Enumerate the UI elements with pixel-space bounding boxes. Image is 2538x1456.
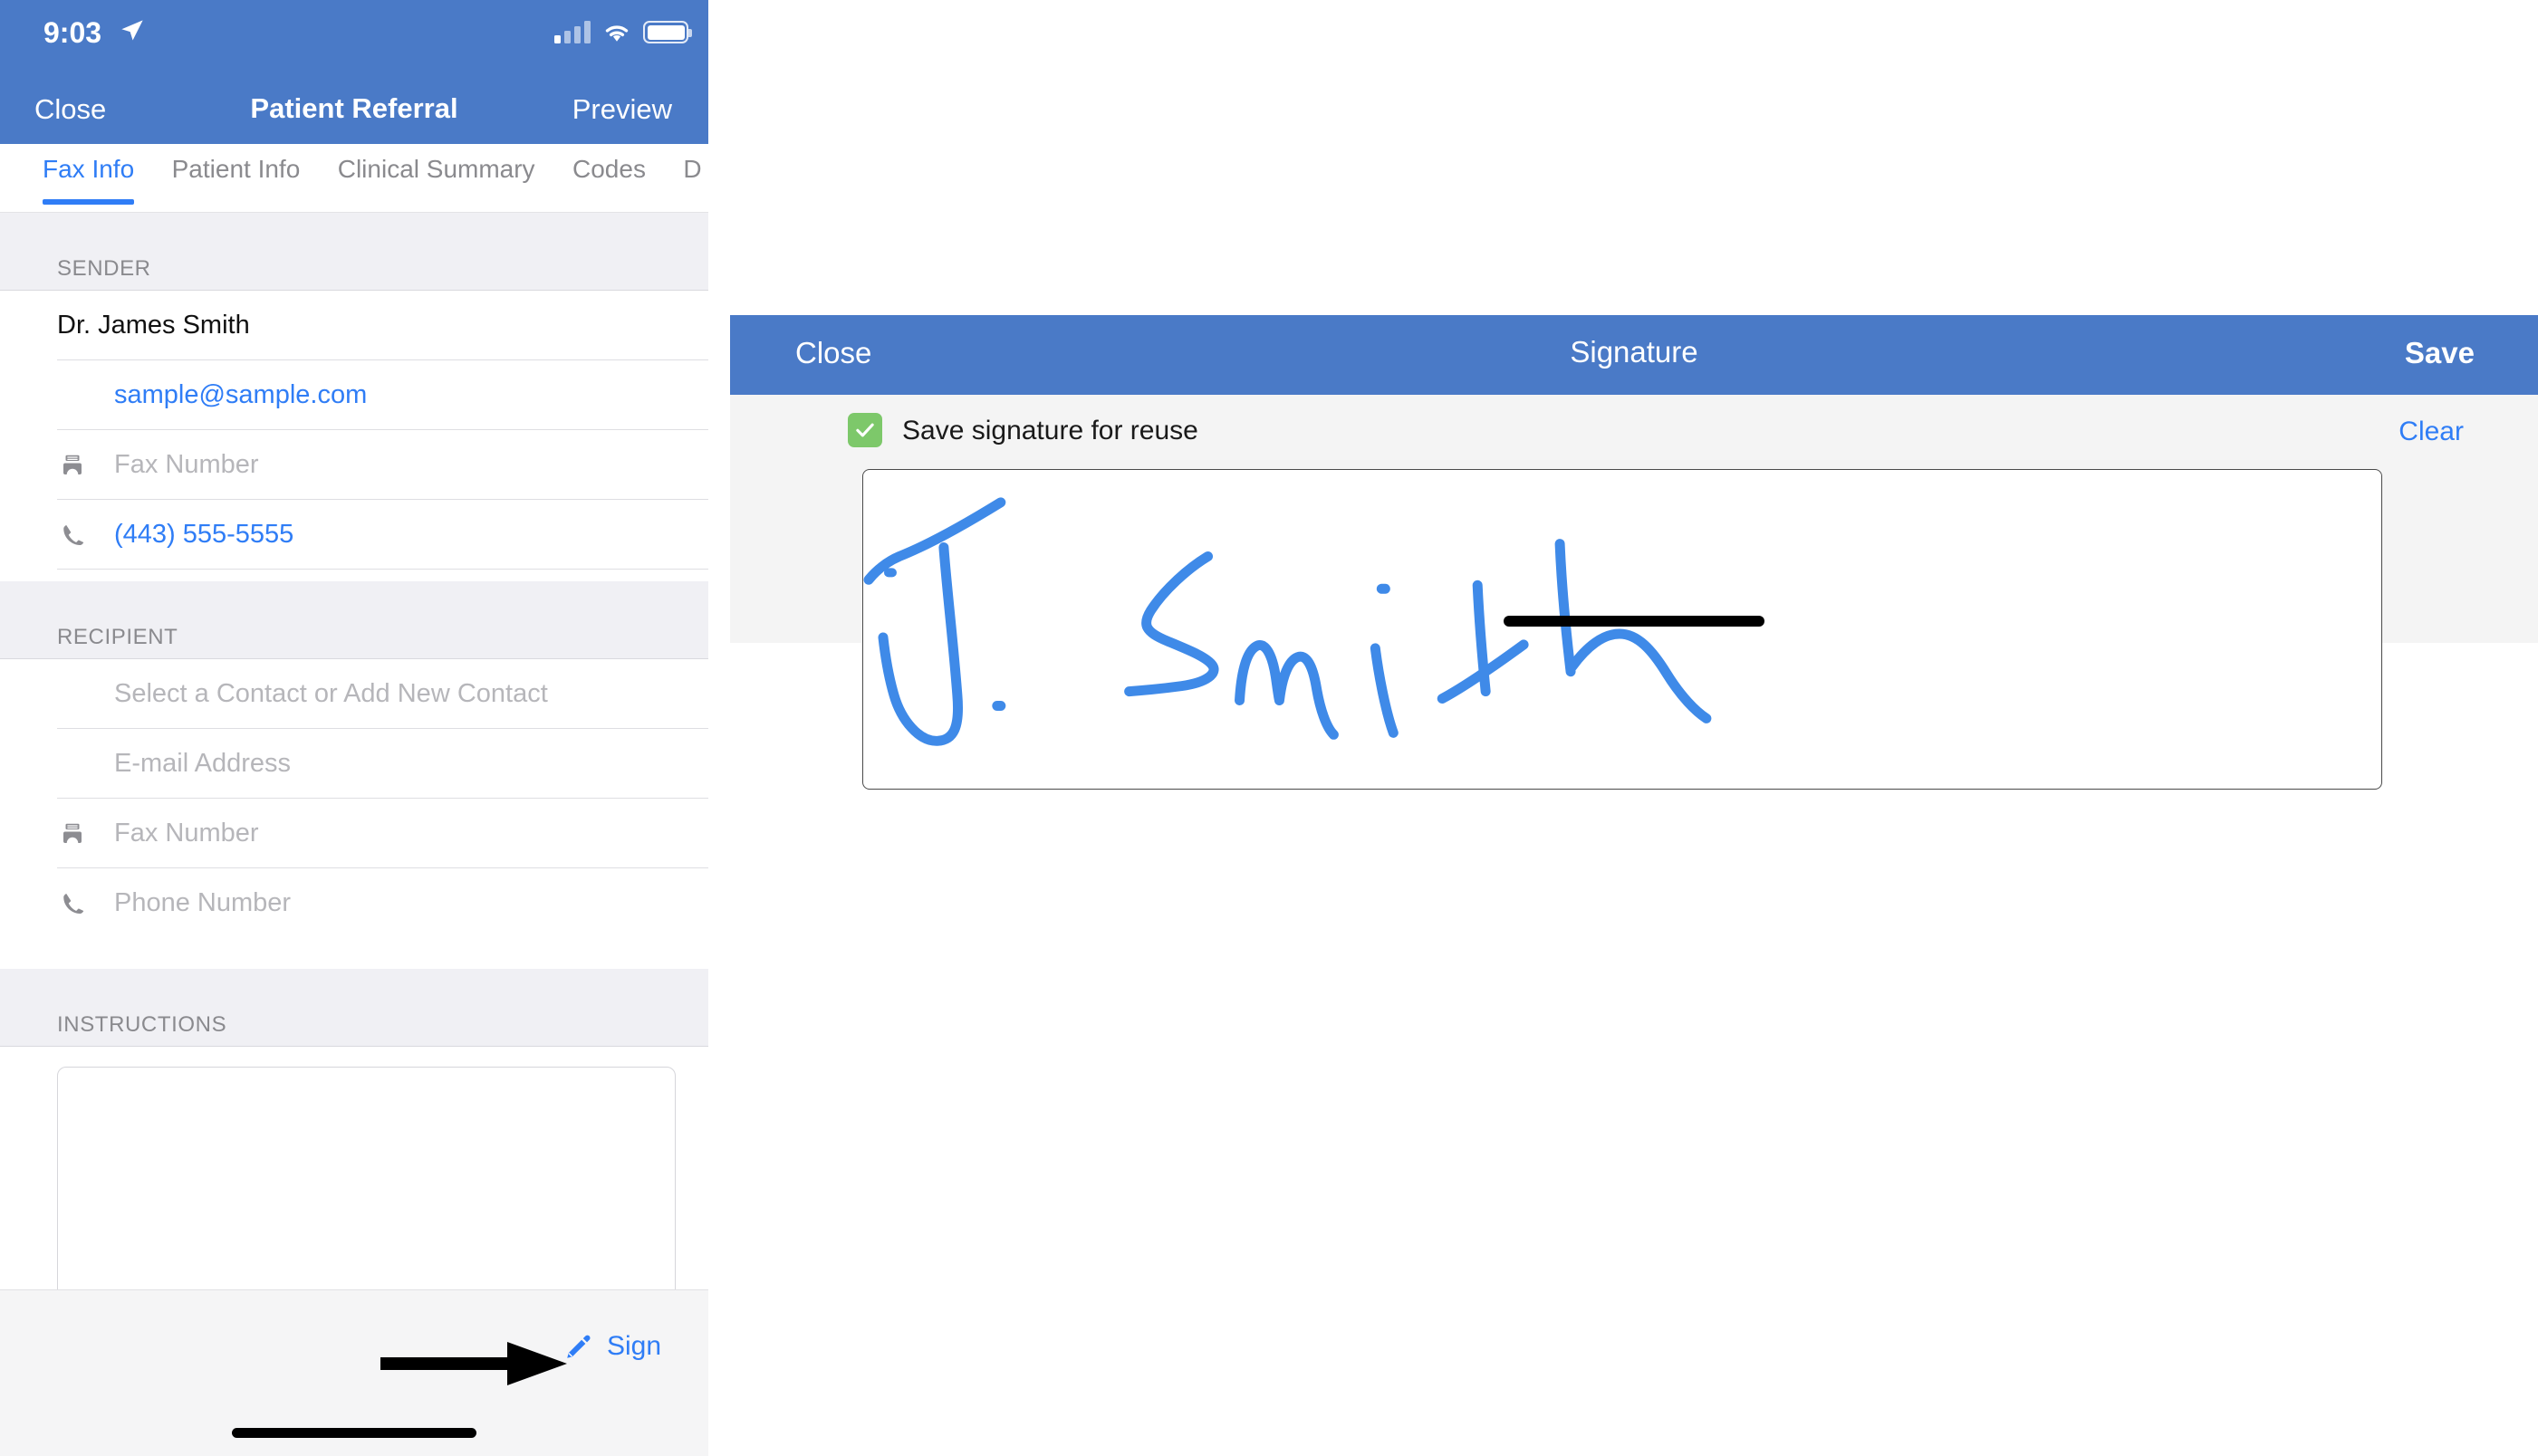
save-signature-row: Save signature for reuse Clear [730, 395, 2538, 464]
sign-button-label: Sign [606, 1331, 661, 1361]
signature-modal-title: Signature [1570, 335, 1698, 369]
tab-codes[interactable]: Codes [572, 144, 646, 212]
sender-fax-row[interactable]: Fax Number [0, 430, 708, 500]
fax-machine-icon [57, 819, 88, 849]
sign-button[interactable]: Sign [563, 1331, 661, 1362]
tab-clinical-summary[interactable]: Clinical Summary [338, 144, 535, 212]
status-indicators [554, 20, 692, 43]
signature-modal-nav: Close Signature Save [730, 315, 2538, 395]
screenshot-root: 9:03 Close Patient Referral Preview Fax … [0, 0, 2538, 1456]
preview-button[interactable]: Preview [572, 93, 672, 126]
battery-full-icon [643, 21, 692, 43]
signature-save-button[interactable]: Save [2405, 336, 2475, 370]
save-signature-label: Save signature for reuse [902, 416, 1198, 445]
sender-section-header: SENDER [0, 213, 708, 291]
recipient-phone-row[interactable]: Phone Number [0, 868, 708, 938]
recipient-section-label: RECIPIENT [57, 625, 178, 649]
recipient-email-row[interactable]: E-mail Address [0, 729, 708, 799]
recipient-contact-input[interactable]: Select a Contact or Add New Contact [114, 679, 548, 709]
recipient-email-input[interactable]: E-mail Address [114, 749, 291, 779]
tab-patient-info[interactable]: Patient Info [172, 144, 301, 212]
recipient-fax-input[interactable]: Fax Number [114, 819, 259, 848]
pen-icon [567, 1335, 591, 1358]
signature-modal: Close Signature Save Save signature for … [730, 315, 2538, 790]
signature-ink [863, 497, 1712, 746]
clear-signature-button[interactable]: Clear [2399, 417, 2464, 447]
phone-handset-icon [57, 520, 88, 551]
recipient-fax-row[interactable]: Fax Number [0, 799, 708, 868]
tab-bar: Fax Info Patient Info Clinical Summary C… [0, 144, 708, 213]
instructions-area [0, 1047, 708, 1329]
phone-handset-icon [57, 888, 88, 919]
sender-section-label: SENDER [57, 256, 151, 281]
sender-name-value: Dr. James Smith [57, 311, 250, 340]
tab-documents[interactable]: D [683, 144, 701, 212]
sender-fax-input[interactable]: Fax Number [114, 450, 259, 480]
black-arrow-pointer [380, 1342, 567, 1385]
sender-email-value: sample@sample.com [114, 380, 368, 409]
recipient-contact-row[interactable]: Select a Contact or Add New Contact [0, 659, 708, 729]
sender-phone-row[interactable]: (443) 555-5555 [0, 500, 708, 570]
sender-phone-value: (443) 555-5555 [114, 520, 294, 549]
home-indicator [1504, 616, 1764, 627]
instructions-section-header: INSTRUCTIONS [0, 969, 708, 1047]
status-bar: 9:03 [0, 0, 708, 78]
checkmark-icon [856, 423, 874, 437]
home-indicator [232, 1428, 476, 1438]
form-nav-bar: Close Patient Referral Preview [0, 78, 708, 144]
instructions-section-label: INSTRUCTIONS [57, 1012, 227, 1037]
recipient-section-header: RECIPIENT [0, 581, 708, 659]
location-arrow-icon [121, 20, 143, 41]
cellular-signal-icon [554, 20, 591, 43]
fax-machine-icon [57, 450, 88, 481]
wifi-icon [605, 25, 629, 42]
recipient-phone-input[interactable]: Phone Number [114, 888, 291, 918]
sender-name-row[interactable]: Dr. James Smith [0, 291, 708, 360]
save-signature-checkbox[interactable] [848, 413, 882, 447]
status-time: 9:03 [43, 16, 102, 49]
tab-fax-info[interactable]: Fax Info [43, 144, 135, 212]
patient-referral-form-panel: 9:03 Close Patient Referral Preview Fax … [0, 0, 708, 1456]
sender-email-row[interactable]: sample@sample.com [0, 360, 708, 430]
signature-canvas[interactable] [862, 469, 2382, 790]
